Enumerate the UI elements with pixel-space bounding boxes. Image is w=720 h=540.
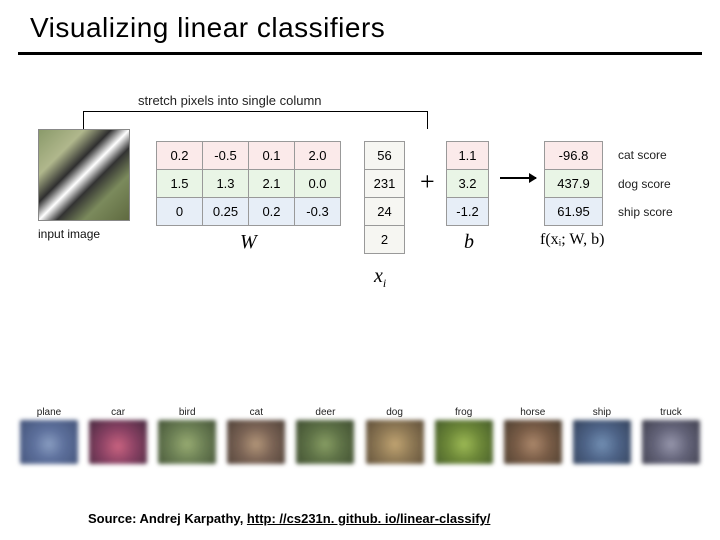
class-thumbnail	[296, 420, 354, 464]
class-visualization: truck	[642, 407, 700, 464]
score-vector: -96.8 437.9 61.95	[544, 141, 603, 226]
input-image	[38, 129, 130, 221]
class-visualization: plane	[20, 407, 78, 464]
source-link[interactable]: http: //cs231n. github. io/linear-classi…	[247, 511, 490, 526]
class-label: deer	[315, 407, 335, 418]
class-visualization: deer	[296, 407, 354, 464]
arrow-icon	[500, 177, 536, 179]
class-visualization: cat	[227, 407, 285, 464]
symbol-b: b	[464, 231, 474, 254]
diagram: stretch pixels into single column input …	[28, 93, 698, 343]
class-label: cat	[250, 407, 263, 418]
class-visualization: bird	[158, 407, 216, 464]
class-thumbnail	[89, 420, 147, 464]
cat-score-label: cat score	[618, 148, 667, 162]
stretch-label: stretch pixels into single column	[138, 93, 322, 108]
class-visualizations-row: plane car bird cat deer dog frog horse ship truck	[20, 407, 700, 464]
title-rule	[18, 52, 702, 55]
source-prefix: Source: Andrej Karpathy,	[88, 511, 247, 526]
bracket-line	[83, 111, 428, 129]
class-label: dog	[386, 407, 403, 418]
class-label: bird	[179, 407, 196, 418]
class-visualization: car	[89, 407, 147, 464]
symbol-f: f(xᵢ; W, b)	[540, 231, 604, 249]
class-label: ship	[593, 407, 611, 418]
symbol-W: W	[240, 231, 257, 254]
weight-matrix: 0.2-0.50.12.0 1.51.32.10.0 00.250.2-0.3	[156, 141, 341, 226]
class-thumbnail	[642, 420, 700, 464]
class-thumbnail	[20, 420, 78, 464]
dog-score-label: dog score	[618, 177, 671, 191]
class-label: truck	[660, 407, 682, 418]
class-thumbnail	[435, 420, 493, 464]
class-label: car	[111, 407, 125, 418]
symbol-xi: xi	[374, 265, 386, 291]
plus-sign: +	[420, 167, 435, 197]
class-visualization: ship	[573, 407, 631, 464]
class-label: frog	[455, 407, 472, 418]
class-visualization: horse	[504, 407, 562, 464]
source-citation: Source: Andrej Karpathy, http: //cs231n.…	[88, 511, 490, 526]
ship-score-label: ship score	[618, 205, 673, 219]
input-vector: 56 231 24 2	[364, 141, 405, 254]
class-thumbnail	[366, 420, 424, 464]
class-label: horse	[520, 407, 545, 418]
class-label: plane	[37, 407, 61, 418]
class-thumbnail	[158, 420, 216, 464]
slide-title: Visualizing linear classifiers	[0, 0, 720, 52]
bias-vector: 1.1 3.2 -1.2	[446, 141, 489, 226]
input-image-label: input image	[38, 227, 100, 241]
class-visualization: frog	[435, 407, 493, 464]
class-thumbnail	[573, 420, 631, 464]
class-thumbnail	[504, 420, 562, 464]
class-thumbnail	[227, 420, 285, 464]
class-visualization: dog	[366, 407, 424, 464]
